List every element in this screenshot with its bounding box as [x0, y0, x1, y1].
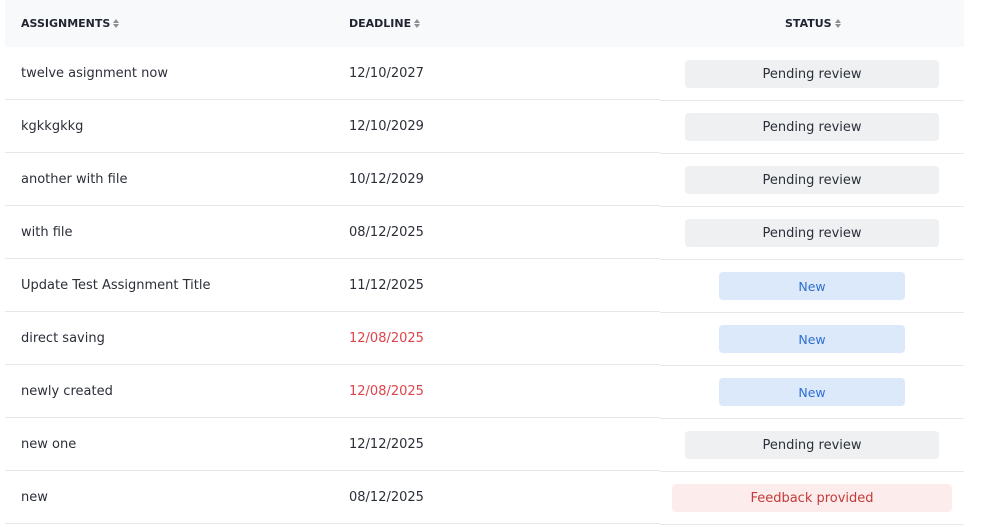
deadline-column-header[interactable]: DEADLINE — [349, 17, 421, 30]
assignment-title[interactable]: Update Test Assignment Title — [21, 278, 210, 293]
deadline-date: 12/10/2029 — [349, 119, 424, 134]
deadline-date: 08/12/2025 — [349, 225, 424, 240]
assignment-title[interactable]: newly created — [21, 384, 113, 399]
deadline-date: 11/12/2025 — [349, 278, 424, 293]
assignment-title[interactable]: new — [21, 490, 48, 505]
table-row[interactable]: newly created 12/08/2025 New — [5, 365, 964, 419]
status-badge: Feedback provided — [672, 484, 952, 512]
assignment-title[interactable]: another with file — [21, 172, 127, 187]
deadline-date: 12/10/2027 — [349, 66, 424, 81]
table-header: ASSIGNMENTS DEADLINE STATUS — [5, 0, 964, 47]
sort-icon[interactable] — [414, 19, 421, 28]
status-badge: Pending review — [685, 60, 939, 88]
status-badge: New — [719, 378, 905, 406]
assignments-table: ASSIGNMENTS DEADLINE STATUS twelve asign… — [5, 0, 964, 525]
sort-icon[interactable] — [834, 19, 841, 28]
sort-icon[interactable] — [113, 19, 120, 28]
assignment-title[interactable]: direct saving — [21, 331, 105, 346]
table-row[interactable]: new 08/12/2025 Feedback provided — [5, 471, 964, 525]
deadline-header-label: DEADLINE — [349, 17, 412, 30]
deadline-date: 08/12/2025 — [349, 490, 424, 505]
assignments-header-label: ASSIGNMENTS — [21, 17, 111, 30]
status-badge: New — [719, 325, 905, 353]
table-row[interactable]: with file 08/12/2025 Pending review — [5, 206, 964, 260]
status-header-label: STATUS — [785, 17, 832, 30]
table-row[interactable]: direct saving 12/08/2025 New — [5, 312, 964, 366]
table-row[interactable]: another with file 10/12/2029 Pending revie… — [5, 153, 964, 207]
table-row[interactable]: twelve asignment now 12/10/2027 Pending re… — [5, 47, 964, 101]
deadline-date: 12/12/2025 — [349, 437, 424, 452]
assignment-title[interactable]: twelve asignment now — [21, 66, 168, 81]
status-column-header[interactable]: STATUS — [785, 17, 841, 30]
assignment-title[interactable]: new one — [21, 437, 76, 452]
status-badge: Pending review — [685, 219, 939, 247]
assignment-title[interactable]: kgkkgkkg — [21, 119, 83, 134]
deadline-date: 10/12/2029 — [349, 172, 424, 187]
status-badge: Pending review — [685, 166, 939, 194]
table-row[interactable]: kgkkgkkg 12/10/2029 Pending review — [5, 100, 964, 154]
status-badge: Pending review — [685, 431, 939, 459]
assignments-column-header[interactable]: ASSIGNMENTS — [21, 17, 120, 30]
status-badge: Pending review — [685, 113, 939, 141]
deadline-date: 12/08/2025 — [349, 384, 424, 399]
assignment-title[interactable]: with file — [21, 225, 73, 240]
table-body: twelve asignment now 12/10/2027 Pending re… — [5, 47, 964, 525]
deadline-date: 12/08/2025 — [349, 331, 424, 346]
table-row[interactable]: Update Test Assignment Title 11/12/2025 Ne… — [5, 259, 964, 313]
status-badge: New — [719, 272, 905, 300]
table-row[interactable]: new one 12/12/2025 Pending review — [5, 418, 964, 472]
